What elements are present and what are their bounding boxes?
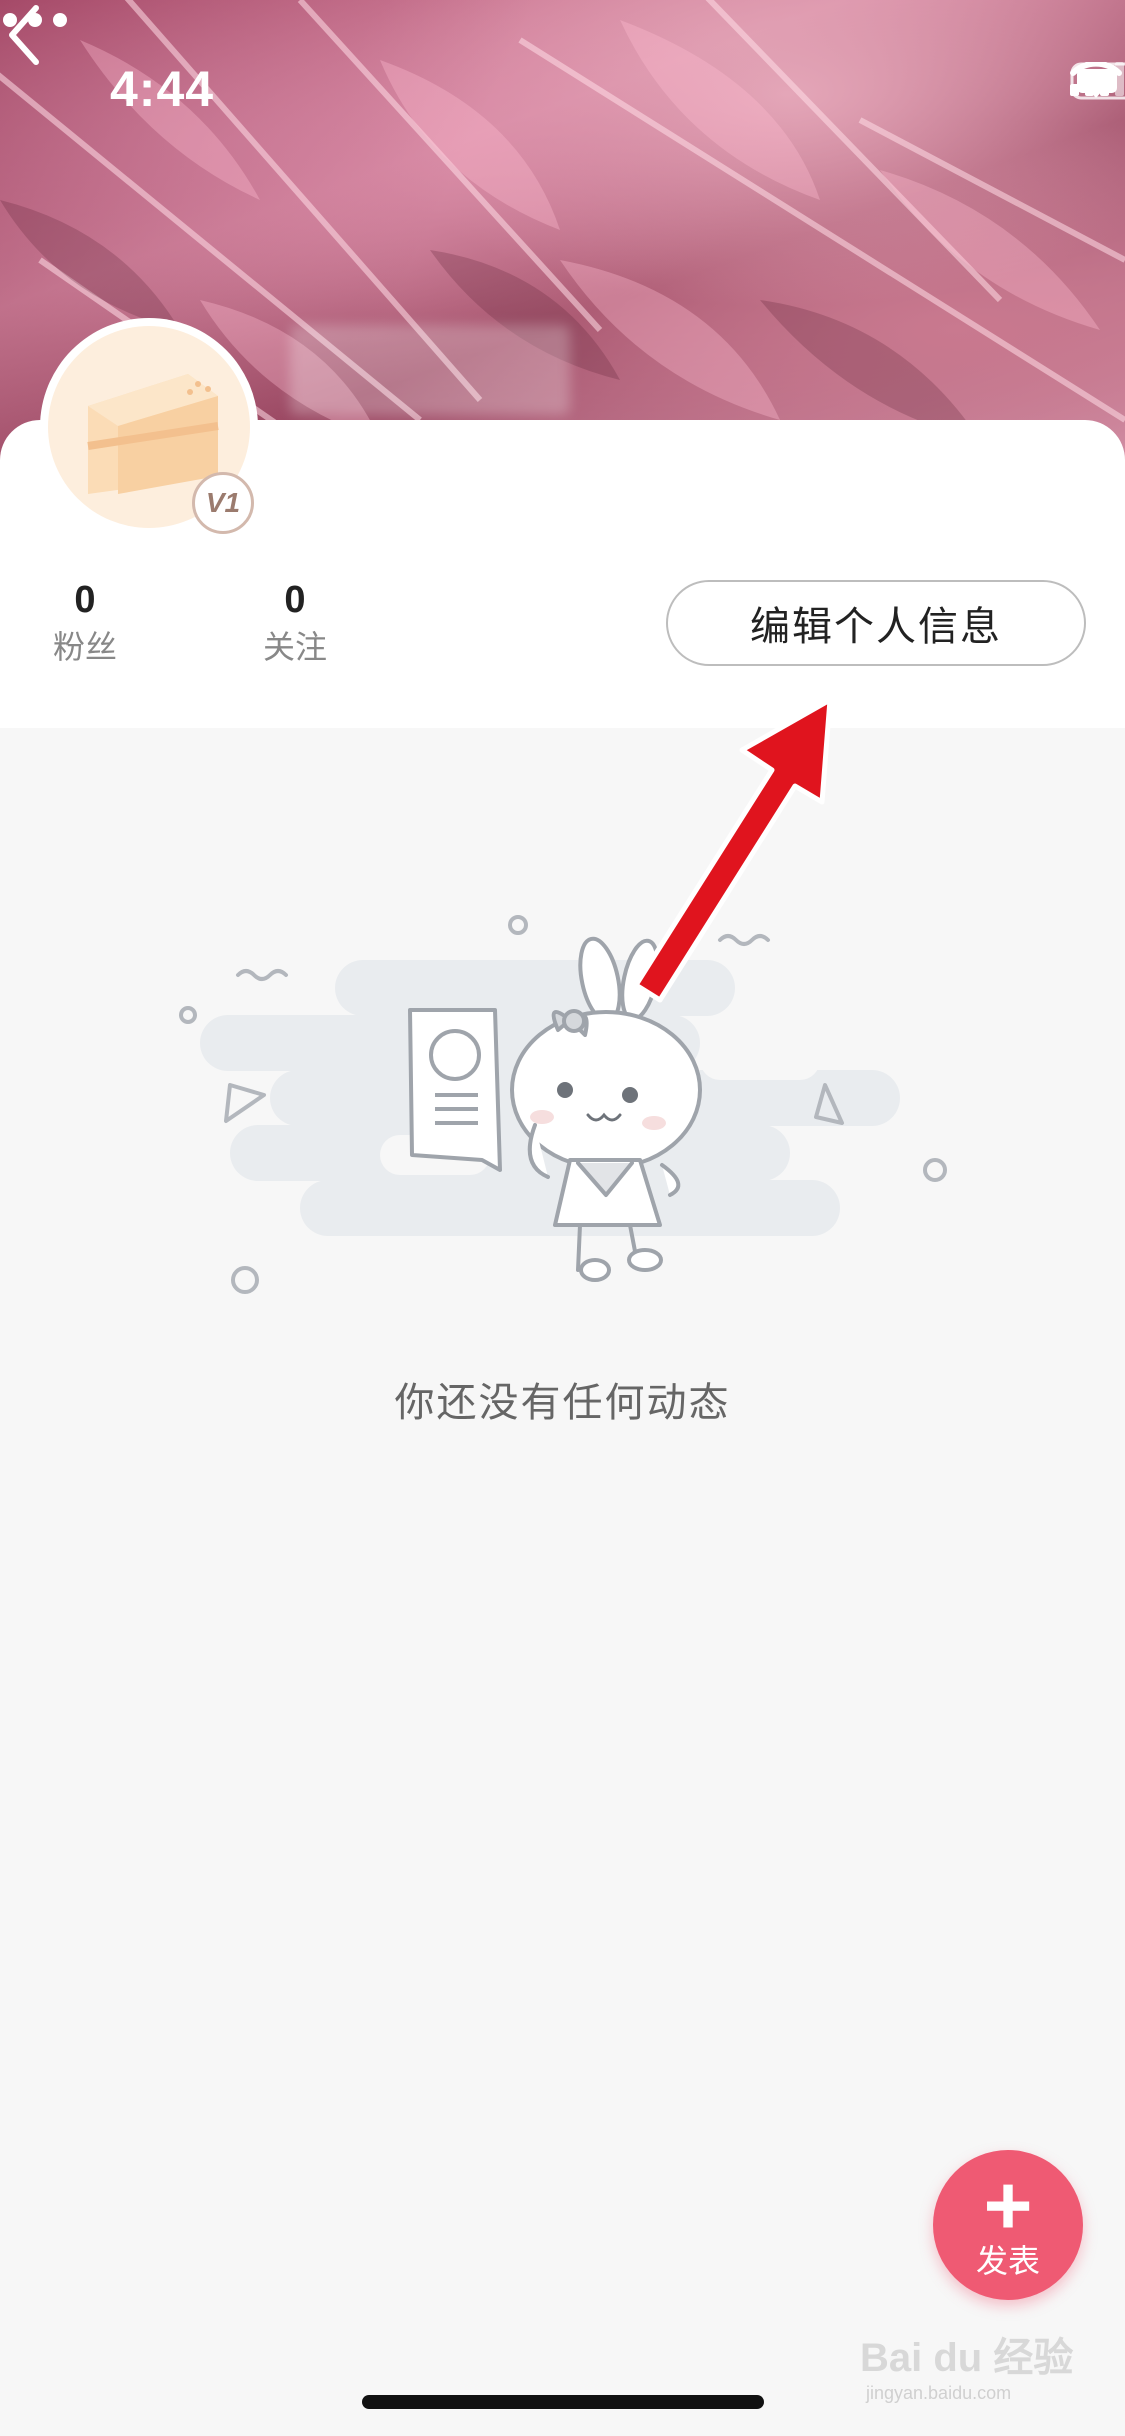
watermark-sub: jingyan.baidu.com <box>866 2383 1012 2403</box>
watermark-main: Bai du 经验 <box>860 2336 1074 2380</box>
post-label: 发表 <box>975 2243 1040 2279</box>
empty-feed-text: 你还没有任何动态 <box>394 1381 731 1425</box>
watermark: Bai du 经验 jingyan.baidu.com <box>860 2325 1073 2404</box>
home-indicator[interactable] <box>362 2395 764 2409</box>
post-fab-button[interactable]: + 发表 <box>933 2150 1083 2300</box>
annotation-arrow-icon <box>633 697 833 1003</box>
plus-icon: + <box>983 2158 1033 2252</box>
